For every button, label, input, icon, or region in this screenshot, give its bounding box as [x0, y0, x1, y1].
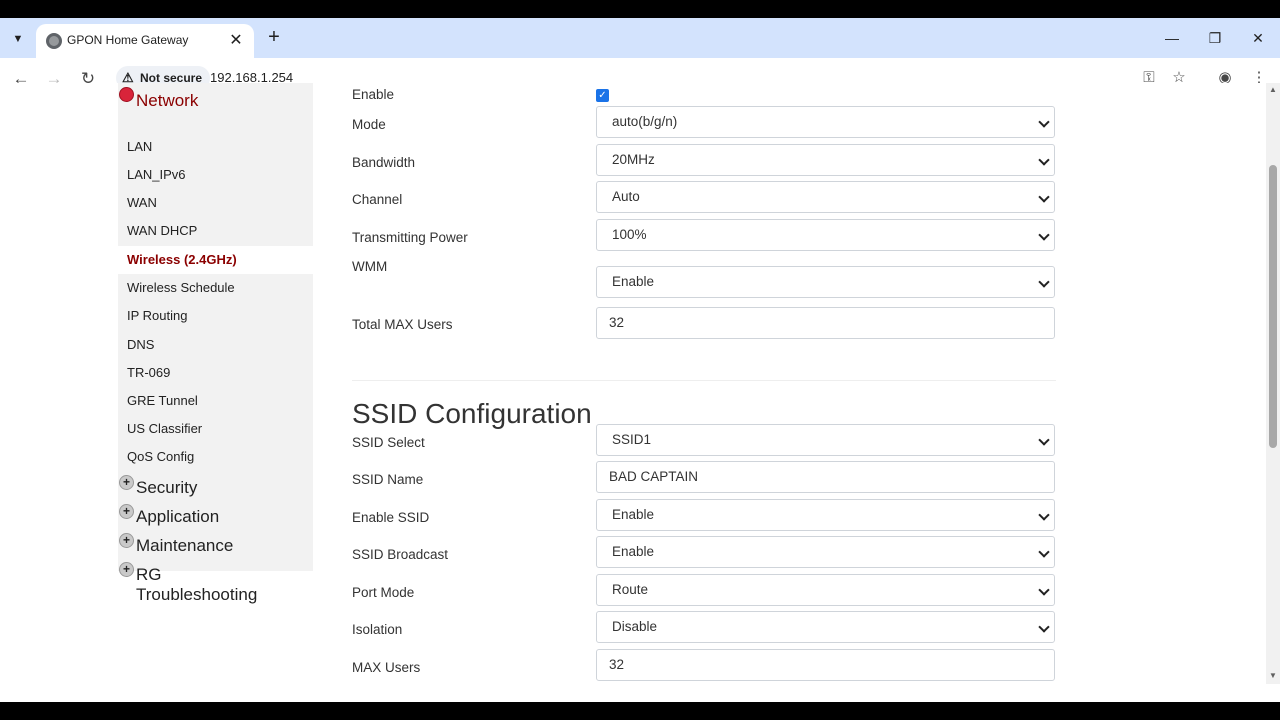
wmm-row: WMM Enable	[352, 259, 1056, 300]
isolation-row: Isolation Disable	[352, 611, 1056, 645]
sidebar-item-lan-ipv6[interactable]: LAN_IPv6	[118, 161, 313, 189]
isolation-label: Isolation	[352, 622, 403, 637]
sidebar-item-ip-routing[interactable]: IP Routing	[118, 302, 313, 330]
ssid-name-input[interactable]: BAD CAPTAIN	[596, 461, 1055, 493]
bandwidth-label: Bandwidth	[352, 155, 416, 170]
transmitting-power-select[interactable]: 100%	[596, 219, 1055, 251]
bandwidth-select[interactable]: 20MHz	[596, 144, 1055, 176]
tab-search-chevron-icon[interactable]: ▼	[6, 27, 30, 51]
section-divider	[352, 380, 1056, 381]
sidebar-item-wireless-24ghz[interactable]: Wireless (2.4GHz)	[118, 246, 313, 274]
isolation-select[interactable]: Disable	[596, 611, 1055, 643]
expand-icon: +	[119, 533, 134, 548]
expand-icon: +	[119, 504, 134, 519]
enable-label: Enable	[352, 87, 395, 102]
sidebar-item-wireless-schedule[interactable]: Wireless Schedule	[118, 274, 313, 302]
minimize-button[interactable]: —	[1157, 26, 1187, 50]
sidebar-item-qos-config[interactable]: QoS Config	[118, 443, 313, 471]
sidebar-item-lan[interactable]: LAN	[118, 133, 313, 161]
bandwidth-row: Bandwidth 20MHz	[352, 144, 1056, 178]
ssid-broadcast-label: SSID Broadcast	[352, 547, 449, 562]
page-scrollbar[interactable]: ▲ ▼	[1266, 83, 1280, 684]
mode-label: Mode	[352, 117, 386, 132]
port-mode-row: Port Mode Route	[352, 574, 1056, 608]
sidebar-item-wan[interactable]: WAN	[118, 189, 313, 217]
enable-ssid-label: Enable SSID	[352, 510, 430, 525]
restore-button[interactable]: ❐	[1200, 26, 1230, 50]
enable-checkbox[interactable]: ✓	[596, 89, 609, 102]
total-max-users-input[interactable]: 32	[596, 307, 1055, 339]
ssid-select[interactable]: SSID1	[596, 424, 1055, 456]
tab-close-icon[interactable]: ✕	[226, 30, 246, 50]
transmitting-power-row: Transmitting Power 100%	[352, 219, 1056, 253]
scroll-thumb[interactable]	[1269, 165, 1277, 448]
channel-label: Channel	[352, 192, 403, 207]
sidebar-item-tr069[interactable]: TR-069	[118, 359, 313, 387]
globe-icon	[46, 33, 62, 49]
close-window-button[interactable]: ✕	[1243, 26, 1273, 50]
max-users-label: MAX Users	[352, 660, 421, 675]
port-mode-label: Port Mode	[352, 585, 415, 600]
mode-select[interactable]: auto(b/g/n)	[596, 106, 1055, 138]
total-max-users-label: Total MAX Users	[352, 317, 453, 332]
ssid-broadcast-select[interactable]: Enable	[596, 536, 1055, 568]
sidebar-item-us-classifier[interactable]: US Classifier	[118, 415, 313, 443]
wmm-label: WMM	[352, 259, 388, 274]
scroll-up-icon[interactable]: ▲	[1269, 85, 1277, 94]
wmm-select[interactable]: Enable	[596, 266, 1055, 298]
enable-ssid-select[interactable]: Enable	[596, 499, 1055, 531]
browser-tab[interactable]: GPON Home Gateway ✕	[36, 24, 254, 58]
sidebar-item-dns[interactable]: DNS	[118, 331, 313, 359]
tab-strip: ▼ GPON Home Gateway ✕ + — ❐ ✕	[0, 18, 1280, 58]
sidebar-item-wan-dhcp[interactable]: WAN DHCP	[118, 217, 313, 245]
page-content: Network LAN LAN_IPv6 WAN WAN DHCP Wirele…	[0, 83, 1266, 684]
sidebar-item-gre-tunnel[interactable]: GRE Tunnel	[118, 387, 313, 415]
ssid-broadcast-row: SSID Broadcast Enable	[352, 536, 1056, 570]
tab-title: GPON Home Gateway	[67, 33, 189, 47]
transmitting-power-label: Transmitting Power	[352, 230, 468, 245]
sidebar-menu: Network LAN LAN_IPv6 WAN WAN DHCP Wirele…	[118, 83, 313, 604]
expand-icon: +	[119, 475, 134, 490]
ssid-name-row: SSID Name BAD CAPTAIN	[352, 461, 1056, 495]
ssid-select-label: SSID Select	[352, 435, 425, 450]
port-mode-select[interactable]: Route	[596, 574, 1055, 606]
max-users-input[interactable]: 32	[596, 649, 1055, 681]
channel-select[interactable]: Auto	[596, 181, 1055, 213]
new-tab-button[interactable]: +	[262, 24, 286, 50]
collapse-icon	[119, 87, 134, 102]
channel-row: Channel Auto	[352, 181, 1056, 215]
ssid-name-label: SSID Name	[352, 472, 424, 487]
scroll-down-icon[interactable]: ▼	[1269, 671, 1277, 680]
max-users-row: MAX Users 32	[352, 649, 1056, 683]
enable-ssid-row: Enable SSID Enable	[352, 499, 1056, 533]
total-max-users-row: Total MAX Users 32	[352, 307, 1056, 341]
mode-row: Mode auto(b/g/n)	[352, 106, 1056, 140]
ssid-select-row: SSID Select SSID1	[352, 424, 1056, 458]
expand-icon: +	[119, 562, 134, 577]
